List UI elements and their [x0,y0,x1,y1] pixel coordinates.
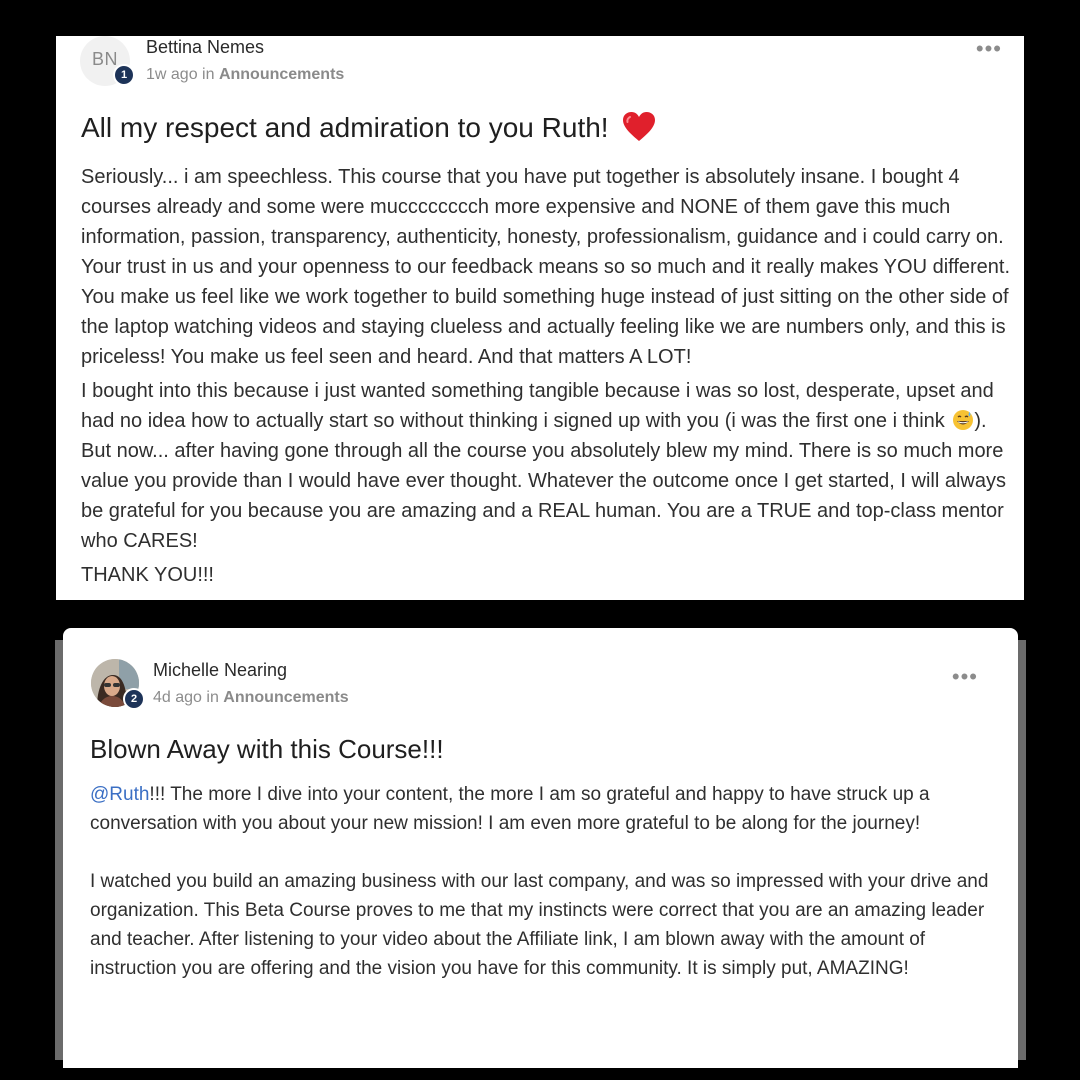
more-options-icon[interactable]: ••• [952,666,978,688]
category-link[interactable]: Announcements [219,66,344,83]
post-title: Blown Away with this Course!!! [90,734,444,764]
post-paragraph: @Ruth!!! The more I dive into your conte… [90,780,1000,838]
meta-in: in [206,689,219,706]
background-strip [1018,640,1026,1060]
level-badge: 1 [113,64,135,86]
post-paragraph: I watched you build an amazing business … [90,871,989,979]
post-title-text: All my respect and admiration to you Rut… [81,112,609,143]
post-meta: 1w ago in Announcements [146,66,344,84]
post-time: 1w ago [146,66,198,83]
red-heart-icon [623,111,656,141]
more-options-icon[interactable]: ••• [976,38,1002,60]
mention-link[interactable]: @Ruth [90,784,149,805]
grinning-sweat-emoji-icon [953,410,974,430]
category-link[interactable]: Announcements [223,689,348,706]
post-meta: 4d ago in Announcements [153,689,349,707]
author-name[interactable]: Michelle Nearing [153,660,287,681]
avatar-initials: BN [91,48,118,69]
post-title: All my respect and admiration to you Rut… [81,111,656,144]
post-card-michelle: 2 Michelle Nearing 4d ago in Announcemen… [63,628,1018,1068]
post-card-bettina: BN 1 Bettina Nemes 1w ago in Announcemen… [56,36,1024,600]
post-paragraph: Seriously... i am speechless. This cours… [81,166,1011,368]
screenshot-collage: BN 1 Bettina Nemes 1w ago in Announcemen… [0,0,1080,1080]
post-time: 4d ago [153,689,202,706]
post-body: @Ruth!!! The more I dive into your conte… [90,780,1000,983]
post-paragraph: THANK YOU!!! [81,564,214,586]
meta-in: in [202,66,215,83]
background-strip [55,640,63,1060]
paragraph-text: I bought into this because i just wanted… [81,380,994,432]
post-paragraph: I bought into this because i just wanted… [81,376,1011,556]
level-badge: 2 [123,688,145,710]
author-name[interactable]: Bettina Nemes [146,37,264,58]
paragraph-text: !!! The more I dive into your content, t… [90,784,930,834]
post-body: Seriously... i am speechless. This cours… [81,162,1011,590]
